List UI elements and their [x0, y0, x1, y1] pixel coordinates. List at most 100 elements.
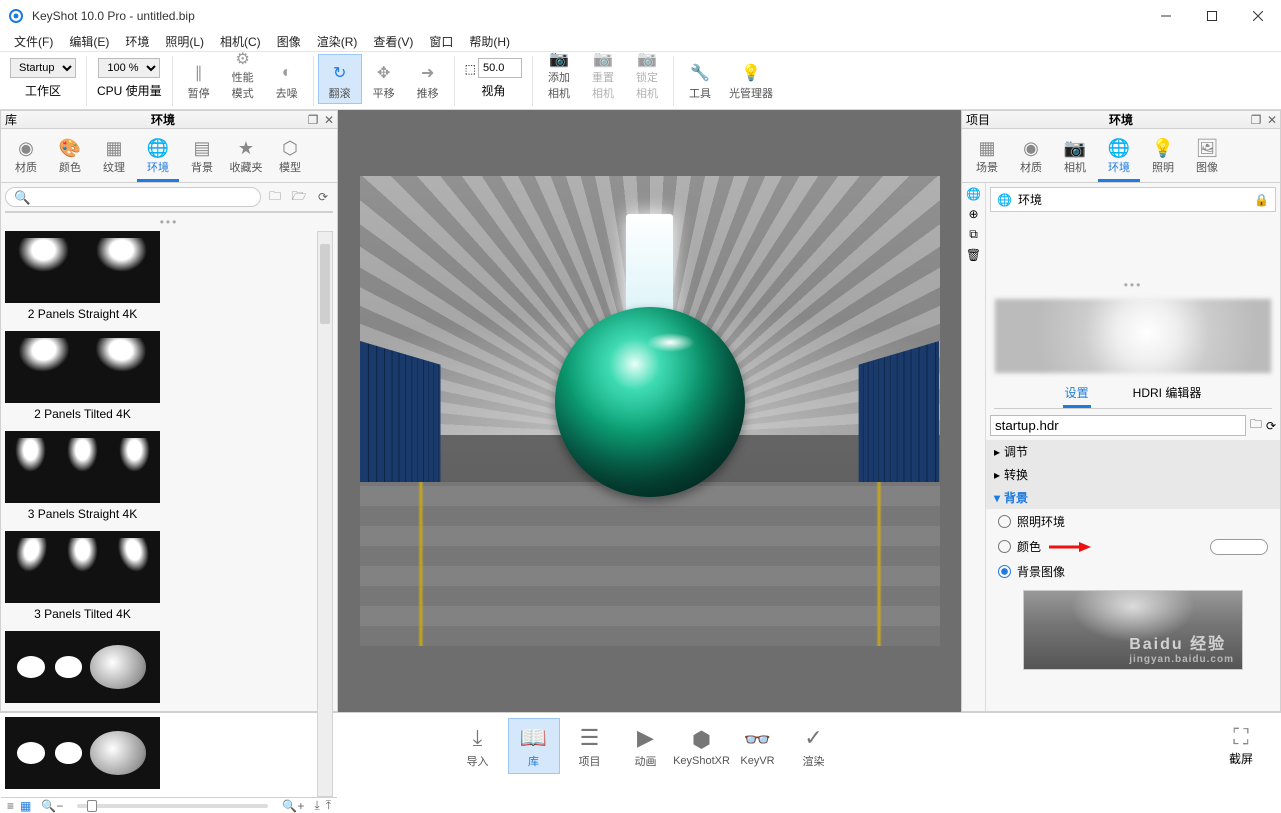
thumbnail-item[interactable]: 3 Panels Tilted 4K — [5, 531, 160, 625]
add-camera-button[interactable]: 📷添加 相机 — [537, 54, 581, 104]
section-background[interactable]: ▾背景 — [986, 486, 1280, 509]
lock-camera-button[interactable]: 📷锁定 相机 — [625, 54, 669, 104]
dolly-button[interactable]: ➜推移 — [406, 54, 450, 104]
folder-icon[interactable]: 🗀 — [265, 187, 285, 207]
bottom-tab[interactable]: ⤓导入 — [452, 718, 504, 774]
workspace-select[interactable]: Startup — [10, 58, 76, 78]
thumbnail-item[interactable]: 2 Panels Tilted 4K — [5, 331, 160, 425]
close-panel-icon[interactable]: ✕ — [1264, 112, 1280, 128]
project-tab[interactable]: ▦场景 — [966, 135, 1008, 182]
minimize-button[interactable] — [1143, 0, 1189, 31]
scrollbar[interactable] — [317, 231, 333, 797]
pause-button[interactable]: ∥暂停 — [177, 54, 221, 104]
browse-icon[interactable]: 🗀 — [1250, 415, 1262, 436]
tumble-button[interactable]: ↻翻滚 — [318, 54, 362, 104]
gear-icon: ⚙ — [236, 49, 250, 69]
viewport[interactable] — [338, 110, 961, 712]
duplicate-icon[interactable]: ⧉ — [969, 227, 978, 242]
bg-image[interactable]: 背景图像 — [986, 559, 1280, 584]
cube-icon: ⬡ — [279, 137, 301, 159]
grid-view-icon[interactable]: ▦ — [20, 799, 31, 813]
delete-icon[interactable]: 🗑 — [966, 248, 981, 262]
fov-input[interactable] — [478, 58, 522, 78]
splitter-icon[interactable]: ••• — [1, 213, 337, 231]
menu-image[interactable]: 图像 — [269, 31, 309, 52]
add-env-icon[interactable]: 🌐 — [966, 187, 981, 201]
close-panel-icon[interactable]: ✕ — [321, 112, 337, 128]
bottom-tab[interactable]: ⬢KeyShotXR — [676, 718, 728, 774]
splitter-icon[interactable]: ••• — [986, 276, 1280, 294]
library-panel: 库 环境 ❐ ✕ ◉材质 🎨颜色 ▦纹理 🌐环境 ▤背景 ★收藏夹 ⬡模型 🗀 … — [0, 110, 338, 712]
library-title: 库 — [1, 111, 21, 128]
zoom-out-icon[interactable]: 🔍− — [41, 799, 63, 813]
environment-item[interactable]: 🌐 环境 🔒 — [990, 187, 1276, 212]
menu-file[interactable]: 文件(F) — [6, 31, 61, 52]
popout-icon[interactable]: ❐ — [305, 112, 321, 128]
screenshot-icon[interactable]: ⛶ — [1233, 724, 1248, 750]
refresh-icon[interactable]: ⟳ — [313, 187, 333, 207]
tab-colors[interactable]: 🎨颜色 — [49, 135, 91, 182]
bg-lighting-env[interactable]: 照明环境 — [986, 509, 1280, 534]
image-icon: ▤ — [191, 137, 213, 159]
zoom-slider[interactable] — [77, 804, 268, 808]
menu-environment[interactable]: 环境 — [117, 31, 157, 52]
tools-button[interactable]: 🔧工具 — [678, 54, 722, 104]
bottom-tab[interactable]: ☰项目 — [564, 718, 616, 774]
tab-environments[interactable]: 🌐环境 — [137, 135, 179, 182]
import-icon[interactable]: ⤓ — [314, 798, 319, 813]
project-tab[interactable]: 🌐环境 — [1098, 135, 1140, 182]
denoise-button[interactable]: ◐去噪 — [265, 54, 309, 104]
pan-button[interactable]: ✥平移 — [362, 54, 406, 104]
section-adjust[interactable]: ▸调节 — [986, 440, 1280, 463]
add-icon[interactable]: ⊕ — [968, 207, 978, 221]
thumbnail-item[interactable] — [5, 631, 160, 711]
section-transform[interactable]: ▸转换 — [986, 463, 1280, 486]
bg-color[interactable]: 颜色 — [986, 534, 1280, 559]
thumbnail-item[interactable]: 3 Panels Straight 4K — [5, 431, 160, 525]
pan-icon: ✥ — [377, 61, 390, 85]
search-input[interactable] — [5, 187, 261, 207]
subtab-settings[interactable]: 设置 — [1063, 380, 1091, 408]
bottom-tab[interactable]: ✓渲染 — [788, 718, 840, 774]
folder-add-icon[interactable]: 🗁 — [289, 187, 309, 207]
zoom-in-icon[interactable]: 🔍+ — [282, 799, 304, 813]
lock-icon[interactable]: 🔒 — [1254, 193, 1269, 207]
color-swatch[interactable] — [1210, 539, 1268, 555]
project-panel: 项目 环境 ❐ ✕ ▦场景◉材质📷相机🌐环境💡照明🖼图像 🌐 ⊕ ⧉ 🗑 🌐 环… — [961, 110, 1281, 712]
sphere-icon: ◉ — [15, 137, 37, 159]
menu-edit[interactable]: 编辑(E) — [61, 31, 117, 52]
globe-icon: 🌐 — [147, 137, 169, 159]
hdr-path-input[interactable] — [990, 415, 1246, 436]
bottom-tab[interactable]: 👓KeyVR — [732, 718, 784, 774]
bottom-tab[interactable]: 📖库 — [508, 718, 560, 774]
reload-icon[interactable]: ⟳ — [1266, 419, 1276, 433]
tab-materials[interactable]: ◉材质 — [5, 135, 47, 182]
list-view-icon[interactable]: ≡ — [7, 799, 14, 813]
menu-window[interactable]: 窗口 — [421, 31, 461, 52]
menu-view[interactable]: 查看(V) — [365, 31, 421, 52]
maximize-button[interactable] — [1189, 0, 1235, 31]
popout-icon[interactable]: ❐ — [1248, 112, 1264, 128]
thumbnail-item[interactable] — [5, 717, 160, 797]
tab-textures[interactable]: ▦纹理 — [93, 135, 135, 182]
project-tab[interactable]: 💡照明 — [1142, 135, 1184, 182]
project-tab[interactable]: 🖼图像 — [1186, 135, 1228, 182]
menu-render[interactable]: 渲染(R) — [309, 31, 366, 52]
close-button[interactable] — [1235, 0, 1281, 31]
perf-button[interactable]: ⚙性能 模式 — [221, 54, 265, 104]
cpu-select[interactable]: 100 % — [98, 58, 160, 78]
project-tab[interactable]: 📷相机 — [1054, 135, 1096, 182]
bottom-tab[interactable]: ▶动画 — [620, 718, 672, 774]
menu-lighting[interactable]: 照明(L) — [157, 31, 212, 52]
tab-favorites[interactable]: ★收藏夹 — [225, 135, 267, 182]
annotation-arrow-icon — [1047, 540, 1091, 554]
tab-models[interactable]: ⬡模型 — [269, 135, 311, 182]
menu-help[interactable]: 帮助(H) — [461, 31, 518, 52]
subtab-hdri-editor[interactable]: HDRI 编辑器 — [1131, 380, 1204, 408]
lightmgr-button[interactable]: 💡光管理器 — [722, 54, 780, 104]
reset-camera-button[interactable]: 📷重置 相机 — [581, 54, 625, 104]
export-icon[interactable]: ⤒ — [326, 798, 331, 813]
project-tab[interactable]: ◉材质 — [1010, 135, 1052, 182]
thumbnail-item[interactable]: 2 Panels Straight 4K — [5, 231, 160, 325]
tab-backplates[interactable]: ▤背景 — [181, 135, 223, 182]
